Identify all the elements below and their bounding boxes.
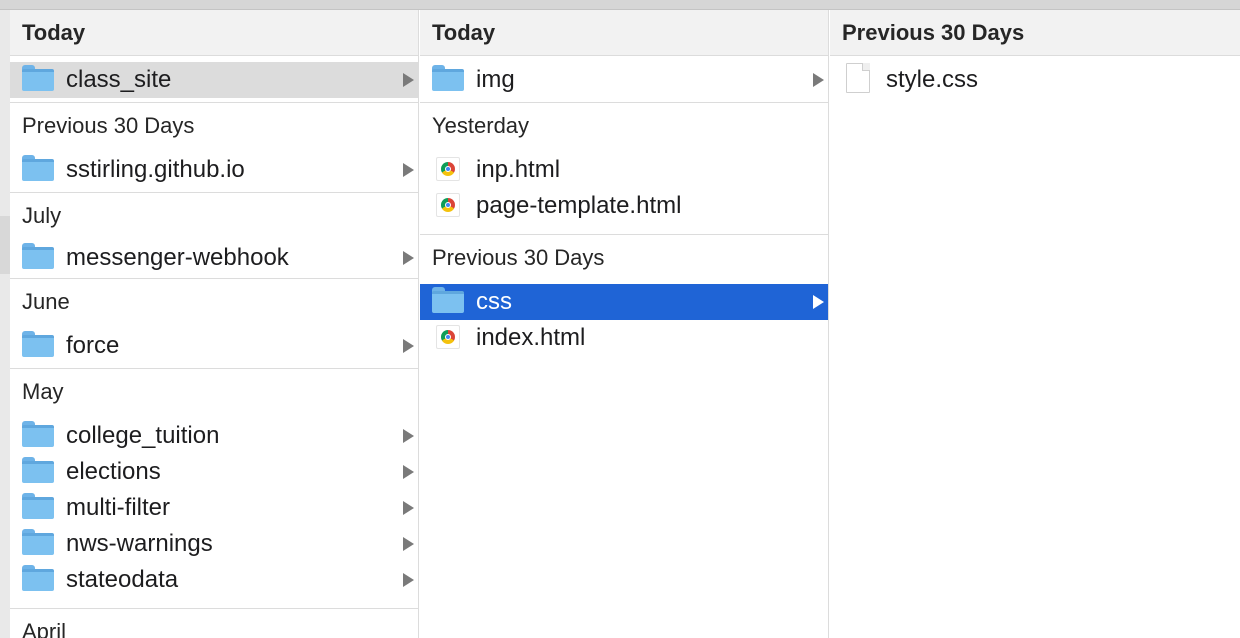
item-label: img: [476, 66, 515, 93]
section-header: Previous 30 Days: [22, 113, 195, 138]
left-scroll-edge: [0, 10, 10, 638]
item-label: force: [66, 332, 120, 359]
column-header: Previous 30 Days: [830, 10, 1240, 56]
folder-icon: [22, 493, 54, 521]
window-top-edge: [0, 0, 1240, 10]
list-item[interactable]: elections: [10, 454, 418, 490]
list-item-img[interactable]: img: [420, 62, 828, 98]
chevron-right-icon: [403, 465, 414, 479]
chevron-right-icon: [403, 537, 414, 551]
item-label: stateodata: [66, 566, 179, 593]
list-item[interactable]: sstirling.github.io: [10, 152, 418, 188]
chevron-right-icon: [403, 339, 414, 353]
item-label: css: [476, 288, 512, 315]
divider: [10, 278, 418, 279]
folder-icon: [22, 565, 54, 593]
section-header: April: [22, 619, 67, 638]
folder-icon: [22, 331, 54, 359]
divider: [10, 368, 418, 369]
chevron-right-icon: [813, 73, 824, 87]
list-item[interactable]: messenger-webhook: [10, 240, 418, 276]
browser-column-1[interactable]: Today class_site Previous 30 Days sstirl…: [10, 10, 419, 638]
item-label: class_site: [66, 66, 172, 93]
folder-icon: [432, 287, 464, 315]
chevron-right-icon: [403, 429, 414, 443]
chevron-right-icon: [403, 73, 414, 87]
document-icon: [842, 63, 874, 93]
column-header: Today: [10, 10, 418, 56]
list-item[interactable]: force: [10, 328, 418, 364]
divider: [420, 102, 828, 103]
list-item[interactable]: page-template.html: [420, 188, 828, 224]
column-header: Today: [420, 10, 828, 56]
section-header: July: [22, 203, 62, 228]
browser-column-3[interactable]: Previous 30 Days style.css: [830, 10, 1240, 638]
item-label: index.html: [476, 324, 586, 351]
list-item[interactable]: nws-warnings: [10, 526, 418, 562]
list-item-css-selected[interactable]: css: [420, 284, 828, 320]
folder-icon: [22, 243, 54, 271]
item-label: college_tuition: [66, 422, 220, 449]
section-header: May: [22, 379, 64, 404]
list-item[interactable]: index.html: [420, 320, 828, 356]
folder-icon: [432, 65, 464, 93]
item-label: nws-warnings: [66, 530, 213, 557]
divider: [10, 192, 418, 193]
chevron-right-icon: [403, 251, 414, 265]
folder-icon: [22, 65, 54, 93]
list-item-style-css[interactable]: style.css: [830, 62, 1240, 98]
chrome-html-icon: [432, 191, 464, 219]
chevron-right-icon: [403, 573, 414, 587]
item-label: elections: [66, 458, 161, 485]
item-label: sstirling.github.io: [66, 156, 245, 183]
folder-icon: [22, 457, 54, 485]
list-item[interactable]: inp.html: [420, 152, 828, 188]
list-item[interactable]: college_tuition: [10, 418, 418, 454]
divider: [10, 608, 418, 609]
divider: [10, 102, 418, 103]
folder-icon: [22, 421, 54, 449]
item-label: style.css: [886, 66, 979, 93]
chevron-right-icon: [813, 295, 824, 309]
chrome-html-icon: [432, 155, 464, 183]
section-header: Yesterday: [432, 113, 530, 138]
list-item-class-site[interactable]: class_site: [10, 62, 418, 98]
divider: [420, 234, 828, 235]
item-label: page-template.html: [476, 192, 682, 219]
section-header: June: [22, 289, 70, 314]
list-item[interactable]: stateodata: [10, 562, 418, 598]
chevron-right-icon: [403, 163, 414, 177]
item-label: messenger-webhook: [66, 244, 289, 271]
browser-column-2[interactable]: Today img Yesterday inp.html page-templa…: [420, 10, 829, 638]
item-label: inp.html: [476, 156, 561, 183]
chrome-html-icon: [432, 323, 464, 351]
section-header: Previous 30 Days: [432, 245, 605, 270]
list-item[interactable]: multi-filter: [10, 490, 418, 526]
folder-icon: [22, 529, 54, 557]
chevron-right-icon: [403, 501, 414, 515]
resize-handle[interactable]: [0, 216, 10, 274]
folder-icon: [22, 155, 54, 183]
item-label: multi-filter: [66, 494, 171, 521]
